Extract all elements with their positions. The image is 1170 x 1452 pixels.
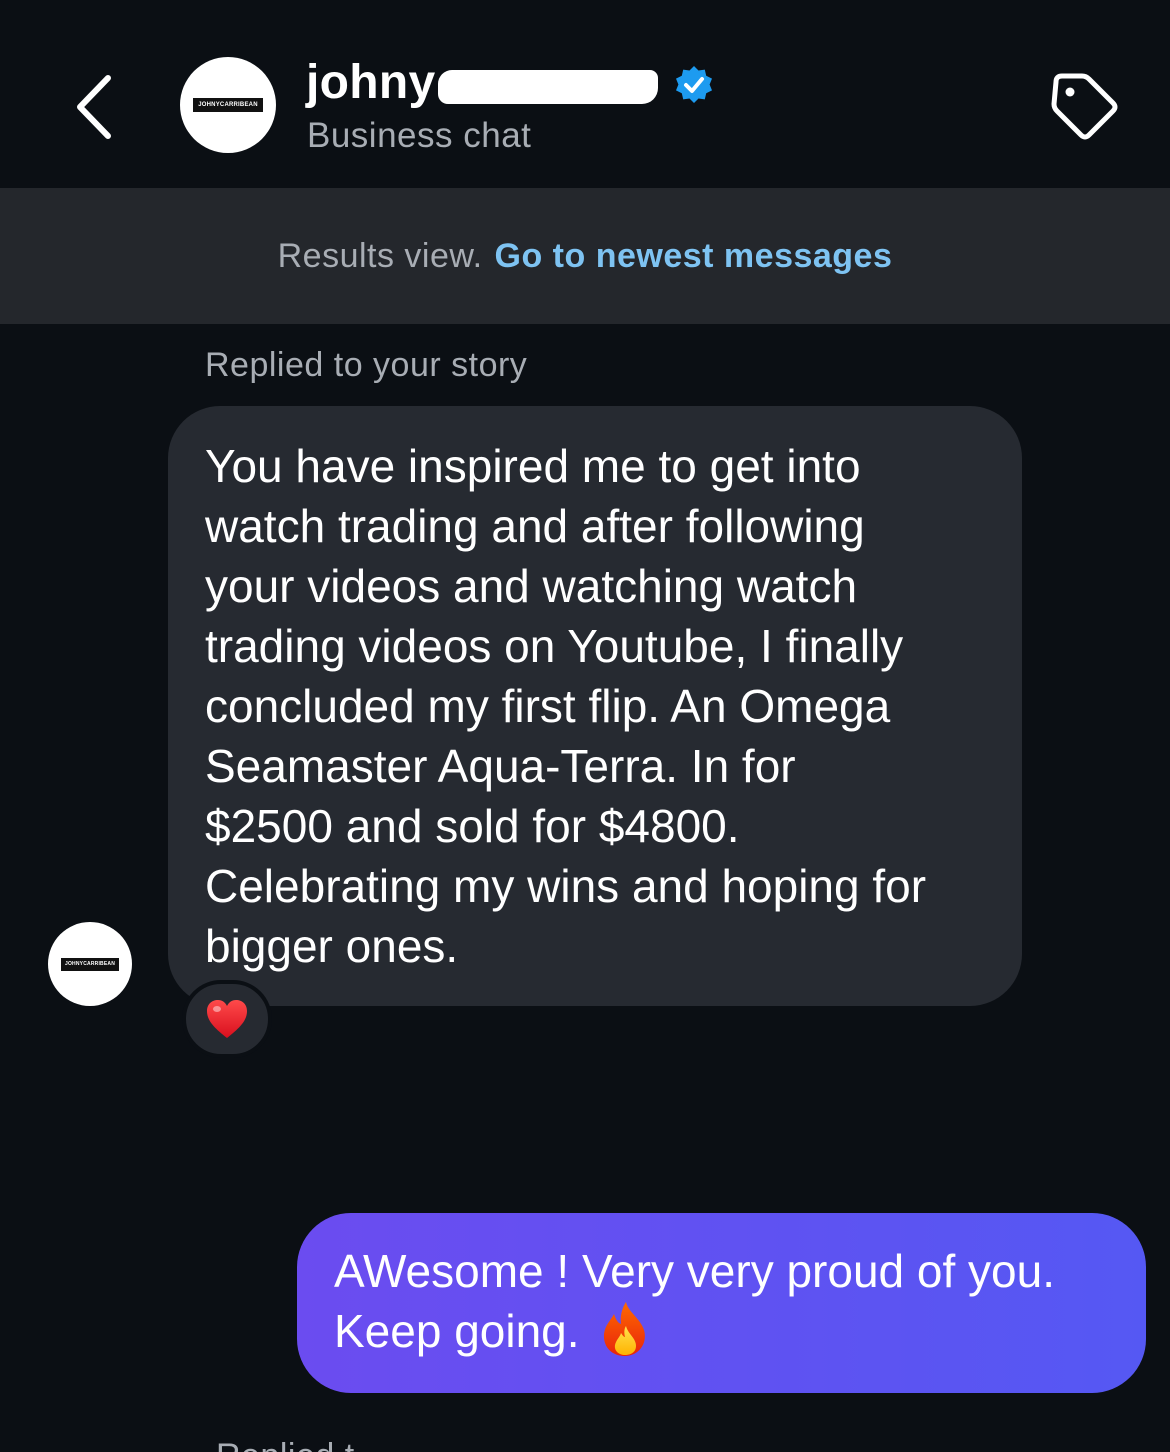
story-reply-label: Replied to your story [205,346,528,384]
next-story-reply-label: Replied t [216,1432,355,1452]
outgoing-message-line-1: AWesome ! Very very proud of you. [334,1245,1055,1297]
avatar-logo: JOHNYCARRIBEAN [192,97,264,113]
verified-badge-icon [675,66,712,103]
chevron-left-icon [77,75,111,139]
go-to-newest-link[interactable]: Go to newest messages [495,237,893,276]
heart-emoji-icon [207,1000,247,1038]
outgoing-message-line-2: Keep going. [334,1305,580,1357]
chat-header: JOHNYCARRIBEAN johny Business chat [0,0,1170,188]
results-banner: Results view. Go to newest messages [0,188,1170,324]
profile-avatar[interactable]: JOHNYCARRIBEAN [180,57,276,153]
profile-name: johny [306,55,436,109]
tag-icon [1051,73,1118,140]
outgoing-message-line-2-row: Keep going. [334,1301,1116,1361]
incoming-message-bubble[interactable]: You have inspired me to get into watch t… [168,406,1022,1006]
redaction-mark [437,70,658,104]
tag-button[interactable] [1046,68,1122,144]
incoming-message-text: You have inspired me to get into watch t… [205,440,927,972]
reaction-badge[interactable] [182,980,272,1058]
back-button[interactable] [62,62,132,152]
results-view-text: Results view. [277,236,483,275]
outgoing-message-bubble[interactable]: AWesome ! Very very proud of you. Keep g… [297,1213,1146,1393]
chat-subtitle: Business chat [307,116,532,155]
fire-emoji-icon [603,1302,645,1356]
avatar-logo: JOHNYCARRIBEAN [59,956,121,972]
profile-name-row[interactable]: johny [306,52,716,112]
sender-avatar[interactable]: JOHNYCARRIBEAN [48,922,132,1006]
